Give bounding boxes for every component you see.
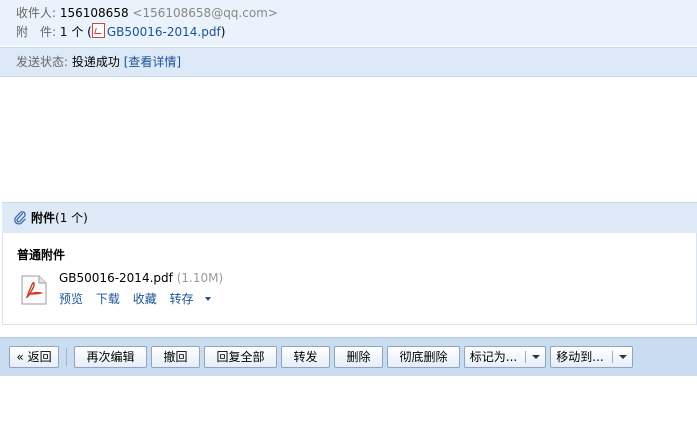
re-edit-button[interactable]: 再次编辑 (74, 346, 147, 368)
dropdown-divider (525, 351, 527, 363)
pdf-file-icon[interactable] (21, 275, 47, 305)
attachment-count: 1 个 ( (59, 25, 92, 39)
attachment-file-name[interactable]: GB50016-2014.pdf (59, 271, 173, 285)
mail-toolbar: « 返回 再次编辑 撤回 回复全部 转发 删除 彻底删除 标记为... 移动到.… (0, 337, 697, 376)
chevron-down-icon (618, 355, 627, 359)
attachment-file-size: (1.10M) (176, 271, 224, 285)
delivery-status-bar: 发送状态: 投递成功 [查看详情] (0, 47, 697, 77)
favorite-link[interactable]: 收藏 (133, 292, 157, 306)
attachments-title: 附件(1 个) (31, 210, 88, 226)
recipient-email: <156108658@qq.com> (132, 6, 278, 20)
recipient-label: 收件人: (16, 6, 57, 20)
recipient-id: 156108658 (59, 6, 129, 20)
status-value: 投递成功 (71, 55, 120, 69)
normal-attachments-heading: 普通附件 (17, 248, 66, 262)
attachment-label: 附 件: (16, 25, 57, 39)
reply-all-button[interactable]: 回复全部 (204, 346, 277, 368)
mail-header: 收件人: 156108658 <156108658@qq.com> 附 件: 1… (0, 0, 697, 46)
delete-button[interactable]: 删除 (334, 346, 383, 368)
mark-as-dropdown[interactable]: 标记为... (464, 346, 546, 368)
back-button[interactable]: « 返回 (9, 346, 59, 368)
move-to-dropdown[interactable]: 移动到... (550, 346, 633, 368)
attachment-row: 附 件: 1 个 ( GB50016-2014.pdf) (16, 23, 225, 41)
attachment-file-link[interactable]: GB50016-2014.pdf (107, 25, 221, 39)
pdf-icon (91, 23, 105, 38)
download-link[interactable]: 下载 (96, 292, 120, 306)
attachments-title-text: 附件 (31, 211, 56, 225)
attachment-close-paren: ) (220, 25, 226, 39)
move-to-label: 移动到... (556, 350, 604, 364)
attachment-actions: 预览 下载 收藏 转存 (59, 290, 220, 307)
attachments-header: 附件(1 个) (2, 202, 697, 233)
attachment-file-name-row: GB50016-2014.pdf (1.10M) (59, 271, 223, 285)
chevron-down-icon (204, 297, 211, 301)
recall-button[interactable]: 撤回 (151, 346, 200, 368)
attachments-count: (1 个) (55, 211, 88, 225)
forward-button[interactable]: 转发 (281, 346, 330, 368)
save-to-label: 转存 (169, 292, 194, 306)
chevron-down-icon (532, 355, 541, 359)
preview-link[interactable]: 预览 (59, 292, 83, 306)
toolbar-separator (66, 348, 67, 366)
mark-as-label: 标记为... (469, 350, 518, 364)
recipient-row: 收件人: 156108658 <156108658@qq.com> (16, 4, 278, 22)
dropdown-divider (611, 351, 613, 363)
delete-permanently-button[interactable]: 彻底删除 (387, 346, 460, 368)
status-details-link[interactable]: [查看详情] (124, 55, 181, 69)
status-label: 发送状态: (16, 55, 69, 69)
paperclip-icon (14, 211, 26, 225)
attachments-panel: 普通附件 GB50016-2014.pdf (1.10M) 预览 下载 收藏 转… (2, 233, 697, 325)
save-to-link[interactable]: 转存 (170, 292, 211, 306)
delivery-status: 发送状态: 投递成功 [查看详情] (16, 54, 181, 70)
